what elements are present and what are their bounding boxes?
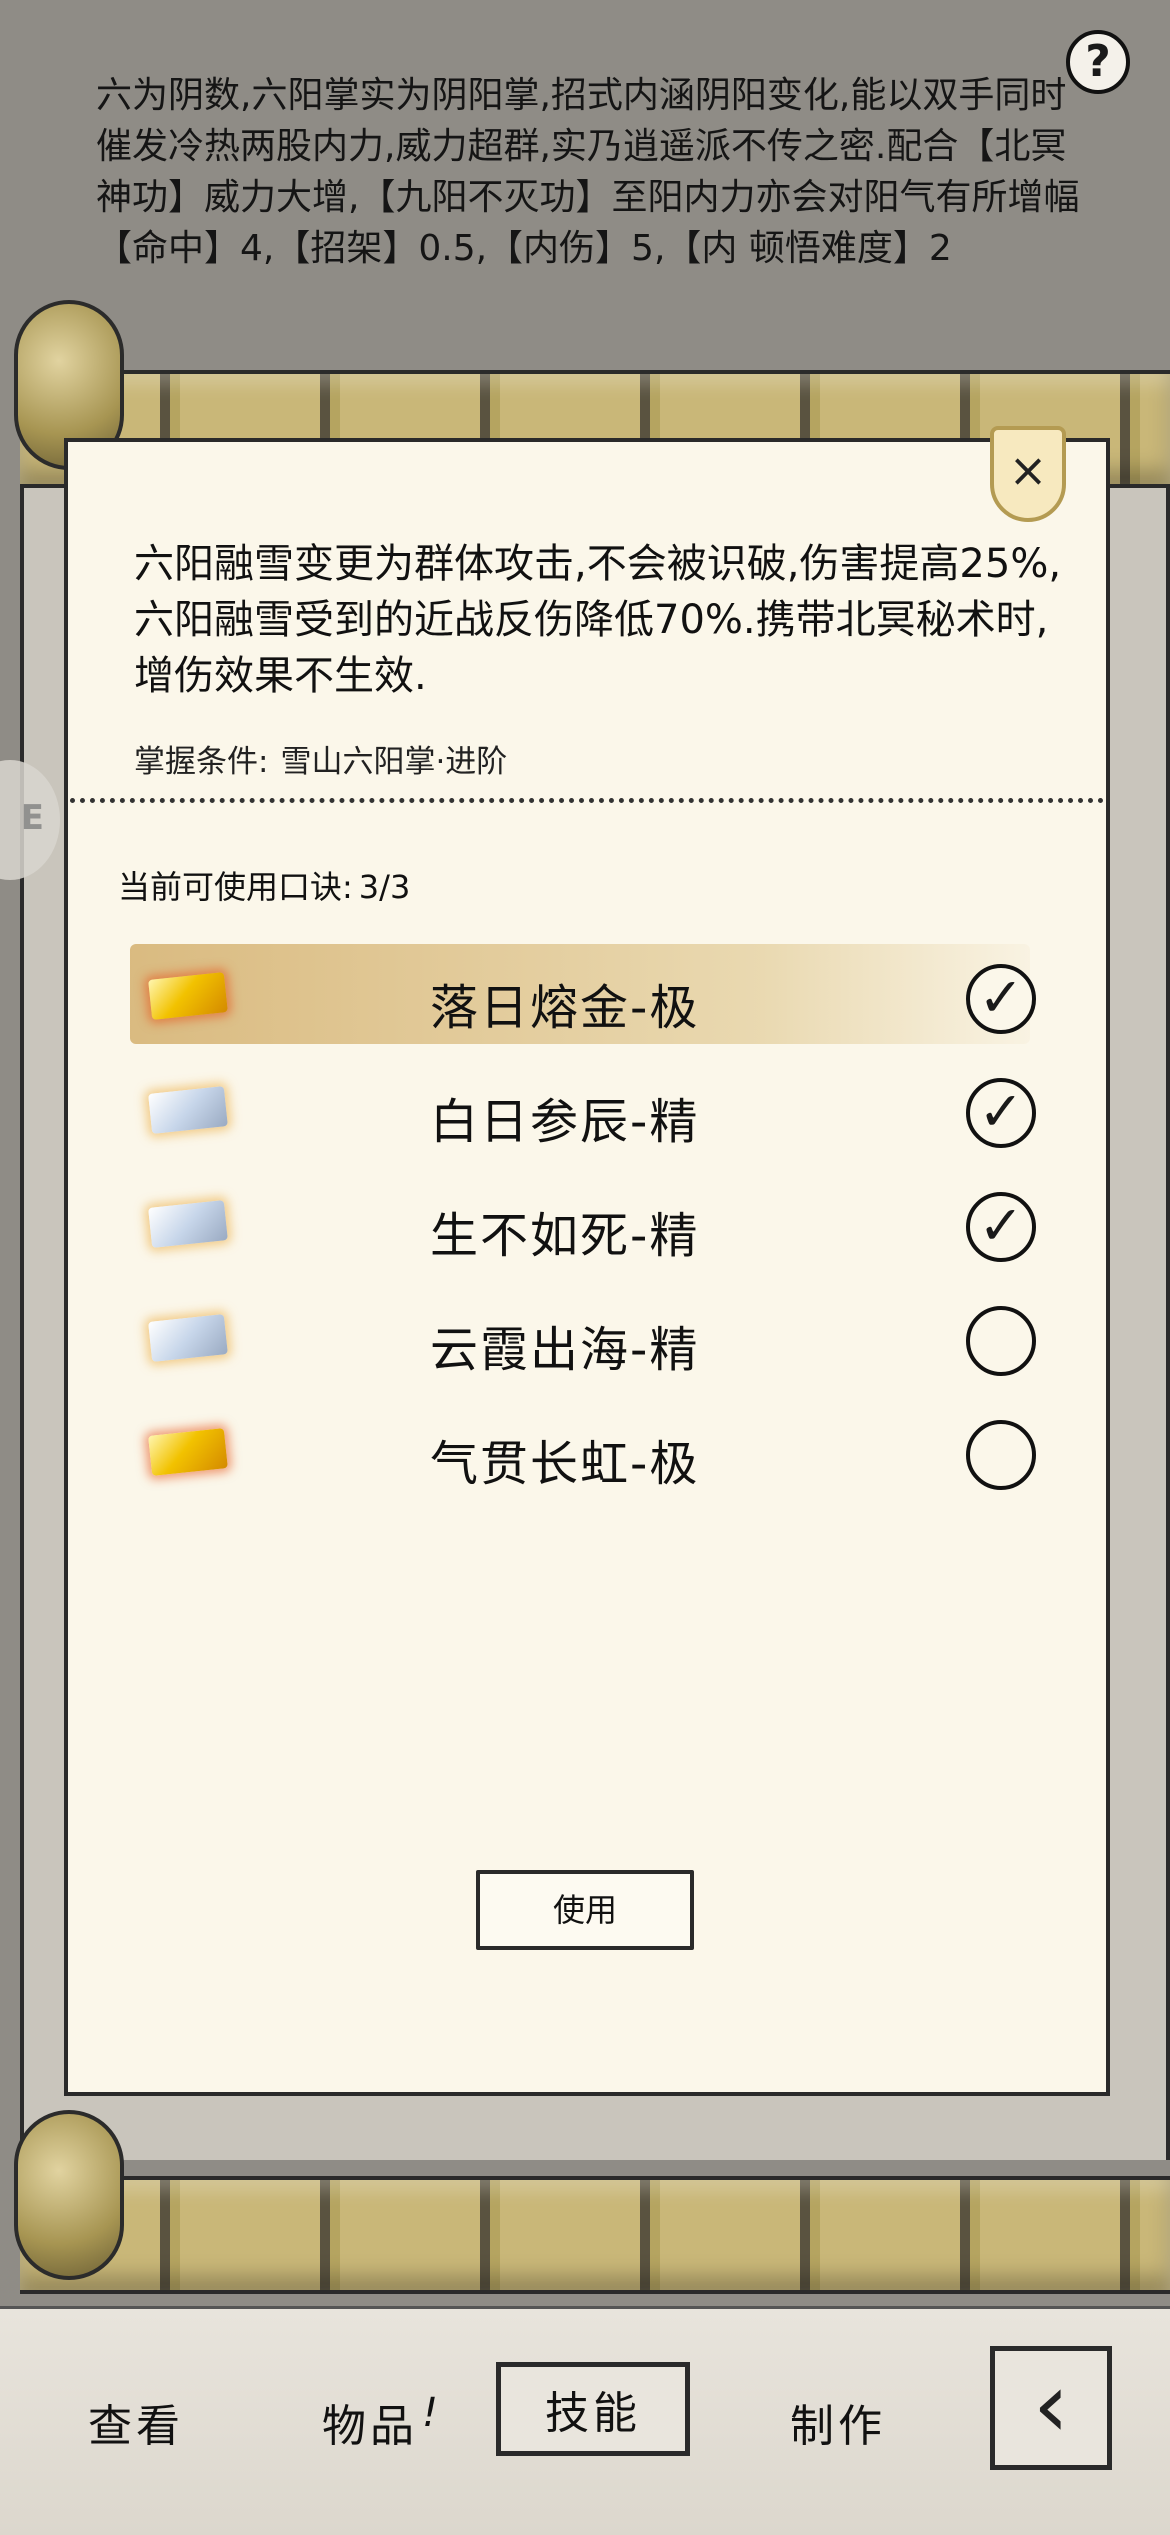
- effect-description: 六阳融雪变更为群体攻击,不会被识破,伤害提高25%,六阳融雪受到的近战反伤降低7…: [134, 541, 1062, 699]
- checkbox-checked[interactable]: ✓: [966, 1192, 1036, 1262]
- scroll-bottom-cap: [14, 2110, 124, 2280]
- requirement-label: 掌握条件:: [134, 744, 269, 780]
- gold-token-icon: [148, 1428, 228, 1476]
- notification-badge: !: [422, 2390, 443, 2436]
- formula-row[interactable]: 云霞出海-精: [130, 1282, 1050, 1396]
- formula-name: 生不如死-精: [430, 1208, 700, 1264]
- silver-token-icon: [148, 1086, 228, 1134]
- formula-name: 落日熔金-极: [430, 980, 700, 1036]
- tab-view[interactable]: 查看: [88, 2390, 184, 2454]
- back-icon[interactable]: ‹: [990, 2346, 1112, 2470]
- count-value: 3/3: [358, 868, 411, 906]
- tab-craft[interactable]: 制作: [790, 2390, 886, 2454]
- use-button[interactable]: 使用: [476, 1870, 694, 1950]
- requirement-value: 雪山六阳掌·进阶: [280, 744, 508, 780]
- formula-name: 白日参辰-精: [430, 1094, 700, 1150]
- checkbox-checked[interactable]: ✓: [966, 964, 1036, 1034]
- formula-list: 落日熔金-极 ✓ 白日参辰-精 ✓ 生不如死-精 ✓ 云霞出海-精 气贯长虹-极: [130, 940, 1050, 1510]
- help-button[interactable]: ?: [1066, 30, 1130, 94]
- tab-items[interactable]: 物品!: [322, 2390, 442, 2454]
- formula-name: 气贯长虹-极: [430, 1436, 700, 1492]
- formula-row[interactable]: 生不如死-精 ✓: [130, 1168, 1050, 1282]
- checkbox-checked[interactable]: ✓: [966, 1078, 1036, 1148]
- requirement: 掌握条件: 雪山六阳掌·进阶: [134, 736, 507, 781]
- tab-view-label: 查看: [88, 2401, 184, 2452]
- close-button[interactable]: ×: [990, 426, 1066, 522]
- count-label: 当前可使用口诀:: [118, 868, 353, 906]
- dotted-divider: [70, 798, 1104, 803]
- tab-skills-label: 技能: [545, 2388, 641, 2439]
- formula-row[interactable]: 落日熔金-极 ✓: [130, 940, 1050, 1054]
- formula-row[interactable]: 气贯长虹-极: [130, 1396, 1050, 1510]
- skill-description-background: 六为阴数,六阳掌实为阴阳掌,招式内涵阴阳变化,能以双手同时催发冷热两股内力,威力…: [96, 75, 1080, 269]
- scroll-bottom-rod: [20, 2176, 1170, 2294]
- tab-items-label: 物品: [322, 2401, 418, 2452]
- gold-token-icon: [148, 972, 228, 1020]
- available-count: 当前可使用口诀: 3/3: [118, 862, 410, 908]
- silver-token-icon: [148, 1314, 228, 1362]
- tab-skills[interactable]: 技能: [496, 2362, 690, 2456]
- formula-name: 云霞出海-精: [430, 1322, 700, 1378]
- tab-craft-label: 制作: [790, 2401, 886, 2452]
- formula-row[interactable]: 白日参辰-精 ✓: [130, 1054, 1050, 1168]
- silver-token-icon: [148, 1200, 228, 1248]
- checkbox[interactable]: [966, 1420, 1036, 1490]
- checkbox[interactable]: [966, 1306, 1036, 1376]
